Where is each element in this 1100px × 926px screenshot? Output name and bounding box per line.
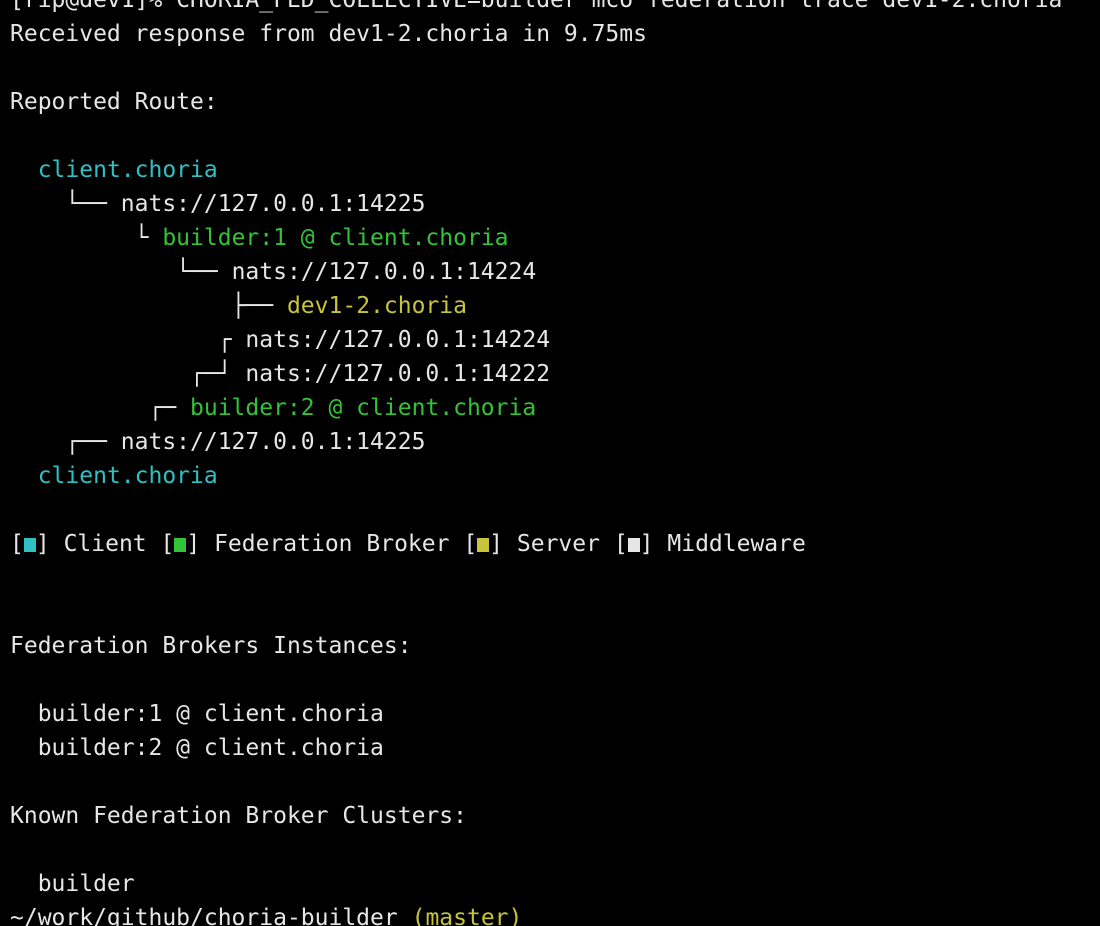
route-line: └── nats://127.0.0.1:14224 <box>10 259 537 285</box>
route-node-middleware: nats://127.0.0.1:14222 <box>245 361 551 387</box>
prompt-path: ~/work/github/choria-builder <box>10 905 398 926</box>
command-line: [rip@dev1]% CHORIA_FED_COLLECTIVE=builde… <box>10 0 1063 13</box>
route-node-middleware: nats://127.0.0.1:14224 <box>231 259 537 285</box>
route-line: └── nats://127.0.0.1:14225 <box>10 191 426 217</box>
route-line: ┌ nats://127.0.0.1:14224 <box>10 327 551 353</box>
prompt-branch: (master) <box>411 905 523 926</box>
route-line: client.choria <box>10 459 218 493</box>
legend-server-label: Server <box>516 531 600 557</box>
route-line: └ builder:1 @ client.choria <box>10 225 509 251</box>
legend-broker-label: Federation Broker <box>214 531 450 557</box>
route-line: client.choria <box>10 153 218 187</box>
middleware-color-swatch <box>627 538 640 552</box>
client-color-swatch <box>23 538 36 552</box>
legend-client-label: Client <box>63 531 147 557</box>
route-line: ┌─ builder:2 @ client.choria <box>10 395 537 421</box>
route-node-middleware: nats://127.0.0.1:14225 <box>120 191 426 217</box>
clusters-heading: Known Federation Broker Clusters: <box>10 803 467 829</box>
route-node-server: dev1-2.choria <box>286 293 467 319</box>
route-node-middleware: nats://127.0.0.1:14225 <box>120 429 426 455</box>
route-node-broker: builder:2 @ client.choria <box>190 395 537 421</box>
instance-item: builder:2 @ client.choria <box>10 735 384 761</box>
legend: [] Client [] Federation Broker [] Server… <box>10 531 806 557</box>
instance-item: builder:1 @ client.choria <box>10 701 384 727</box>
broker-color-swatch <box>174 538 187 552</box>
route-line: ┌─┘ nats://127.0.0.1:14222 <box>10 361 551 387</box>
reported-route-heading: Reported Route: <box>10 89 218 115</box>
route-node-client: client.choria <box>37 157 218 183</box>
response-line: Received response from dev1-2.choria in … <box>10 21 647 47</box>
shell-prompt: ~/work/github/choria-builder (master) <box>10 901 522 926</box>
route-node-middleware: nats://127.0.0.1:14224 <box>245 327 551 353</box>
route-line: ┌── nats://127.0.0.1:14225 <box>10 429 426 455</box>
route-line: ├── dev1-2.choria <box>10 293 467 319</box>
route-node-broker: builder:1 @ client.choria <box>162 225 509 251</box>
terminal-window[interactable]: [rip@dev1]% CHORIA_FED_COLLECTIVE=builde… <box>0 0 1100 926</box>
instances-heading: Federation Brokers Instances: <box>10 633 412 659</box>
route-node-client: client.choria <box>37 463 218 489</box>
cluster-item: builder <box>10 871 135 897</box>
server-color-swatch <box>477 538 490 552</box>
legend-middleware-label: Middleware <box>667 531 806 557</box>
